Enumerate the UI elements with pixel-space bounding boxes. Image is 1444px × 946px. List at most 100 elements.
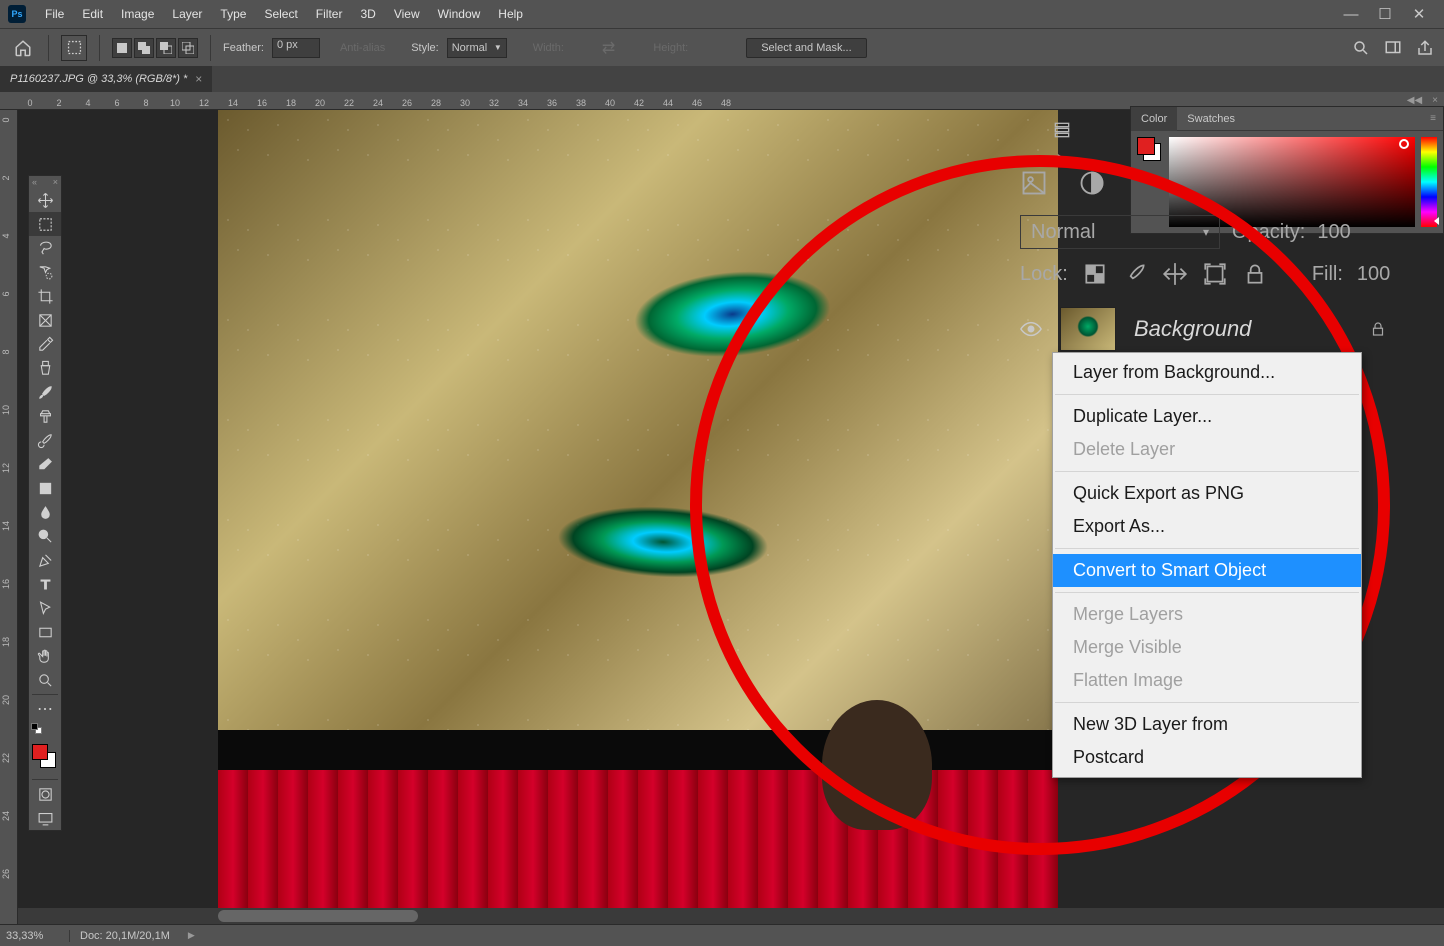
minimize-button[interactable]: —	[1344, 7, 1358, 21]
panel-menu-icon[interactable]: ≡	[1423, 113, 1443, 124]
layer-lock-icon[interactable]	[1369, 319, 1387, 339]
lock-transparent-icon[interactable]	[1082, 261, 1108, 287]
horizontal-scrollbar[interactable]	[18, 908, 1444, 924]
document-tab[interactable]: P1160237.JPG @ 33,3% (RGB/8*) * ×	[0, 66, 212, 92]
selection-add[interactable]	[134, 38, 154, 58]
menu-view[interactable]: View	[385, 7, 429, 21]
menu-3d[interactable]: 3D	[351, 7, 384, 21]
selection-intersect[interactable]	[178, 38, 198, 58]
layer-row-background[interactable]: Background	[1020, 307, 1387, 351]
swatches-tab[interactable]: Swatches	[1177, 107, 1245, 131]
ctx-flatten-image: Flatten Image	[1053, 664, 1361, 697]
filter-image-icon[interactable]	[1020, 169, 1048, 197]
rectangle-tool[interactable]	[29, 620, 61, 644]
maximize-button[interactable]: ☐	[1378, 7, 1392, 21]
hue-slider[interactable]	[1421, 137, 1437, 227]
antialias-checkbox: Anti-alias	[340, 42, 385, 54]
share-icon[interactable]	[1416, 39, 1434, 57]
clone-stamp-tool[interactable]	[29, 404, 61, 428]
menu-window[interactable]: Window	[429, 7, 490, 21]
move-tool[interactable]	[29, 188, 61, 212]
edit-toolbar-icon[interactable]: ⋯	[29, 697, 61, 721]
brush-tool[interactable]	[29, 380, 61, 404]
menu-file[interactable]: File	[36, 7, 73, 21]
close-button[interactable]: ✕	[1412, 7, 1426, 21]
opacity-value[interactable]: 100	[1317, 221, 1350, 244]
eyedropper-tool[interactable]	[29, 332, 61, 356]
ctx-convert-to-smart-object[interactable]: Convert to Smart Object	[1053, 554, 1361, 587]
fill-value[interactable]: 100%	[1357, 263, 1390, 286]
quick-selection-tool[interactable]	[29, 260, 61, 284]
tab-close-icon[interactable]: ×	[195, 72, 202, 86]
context-separator	[1055, 702, 1359, 703]
quick-mask-icon[interactable]	[29, 782, 61, 806]
foreground-background-colors[interactable]	[29, 741, 61, 777]
document-tab-title: P1160237.JPG @ 33,3% (RGB/8*) *	[10, 73, 187, 85]
lock-all-icon[interactable]	[1242, 261, 1268, 287]
menu-filter[interactable]: Filter	[307, 7, 352, 21]
color-tab[interactable]: Color	[1131, 107, 1177, 131]
eraser-tool[interactable]	[29, 452, 61, 476]
lock-label: Lock:	[1020, 263, 1068, 286]
frame-tool[interactable]	[29, 308, 61, 332]
path-selection-tool[interactable]	[29, 596, 61, 620]
blend-mode-select[interactable]: Normal▾	[1020, 215, 1220, 249]
ruler-vertical: 02468101214161820222426	[0, 110, 18, 946]
ctx-export-as[interactable]: Export As...	[1053, 510, 1361, 543]
layer-name[interactable]: Background	[1134, 316, 1251, 342]
ctx-new-3d-layer-from[interactable]: New 3D Layer from	[1053, 708, 1361, 741]
search-icon[interactable]	[1352, 39, 1370, 57]
menu-edit[interactable]: Edit	[73, 7, 112, 21]
lock-position-icon[interactable]	[1162, 261, 1188, 287]
hand-tool[interactable]	[29, 644, 61, 668]
type-tool[interactable]	[29, 572, 61, 596]
pen-tool[interactable]	[29, 548, 61, 572]
menu-layer[interactable]: Layer	[163, 7, 211, 21]
gradient-tool[interactable]	[29, 476, 61, 500]
default-colors-icon[interactable]	[29, 721, 61, 737]
selection-new[interactable]	[112, 38, 132, 58]
layer-thumbnail[interactable]	[1060, 307, 1116, 351]
active-tool-icon[interactable]	[61, 35, 87, 61]
ctx-quick-export-as-png[interactable]: Quick Export as PNG	[1053, 477, 1361, 510]
dodge-tool[interactable]	[29, 524, 61, 548]
style-label: Style:	[411, 42, 439, 54]
visibility-eye-icon[interactable]	[1020, 321, 1042, 337]
filter-adjustment-icon[interactable]	[1078, 169, 1106, 197]
lasso-tool[interactable]	[29, 236, 61, 260]
ctx-layer-from-background[interactable]: Layer from Background...	[1053, 356, 1361, 389]
lock-image-icon[interactable]	[1122, 261, 1148, 287]
menu-help[interactable]: Help	[489, 7, 532, 21]
select-and-mask-button[interactable]: Select and Mask...	[746, 38, 867, 58]
style-select[interactable]: Normal▼	[447, 38, 507, 58]
status-menu-arrow[interactable]: ▶	[188, 930, 195, 941]
menu-select[interactable]: Select	[255, 7, 306, 21]
selection-subtract[interactable]	[156, 38, 176, 58]
rectangular-marquee-tool[interactable]	[29, 212, 61, 236]
feather-input[interactable]: 0 px	[272, 38, 320, 58]
panel-close-icon[interactable]: ×	[53, 177, 58, 187]
healing-brush-tool[interactable]	[29, 356, 61, 380]
menu-image[interactable]: Image	[112, 7, 163, 21]
history-panel-icon[interactable]	[1052, 120, 1072, 140]
lock-artboard-icon[interactable]	[1202, 261, 1228, 287]
screen-mode-icon[interactable]	[29, 806, 61, 830]
titlebar: Ps FileEditImageLayerTypeSelectFilter3DV…	[0, 0, 1444, 28]
zoom-tool[interactable]	[29, 668, 61, 692]
options-bar: Feather: 0 px Anti-alias Style: Normal▼ …	[0, 28, 1444, 66]
status-doc-size[interactable]: Doc: 20,1M/20,1M	[70, 930, 180, 942]
selection-mode-group	[112, 38, 198, 58]
tools-panel: « × ⋯	[28, 175, 62, 831]
scroll-thumb[interactable]	[218, 910, 418, 922]
workspace-switcher-icon[interactable]	[1384, 39, 1402, 57]
menu-type[interactable]: Type	[211, 7, 255, 21]
panel-collapse-icon[interactable]: «	[32, 177, 37, 187]
history-brush-tool[interactable]	[29, 428, 61, 452]
blur-tool[interactable]	[29, 500, 61, 524]
ctx-duplicate-layer[interactable]: Duplicate Layer...	[1053, 400, 1361, 433]
home-button[interactable]	[10, 35, 36, 61]
status-zoom[interactable]: 33,33%	[0, 930, 70, 942]
context-separator	[1055, 471, 1359, 472]
crop-tool[interactable]	[29, 284, 61, 308]
ctx-postcard[interactable]: Postcard	[1053, 741, 1361, 774]
